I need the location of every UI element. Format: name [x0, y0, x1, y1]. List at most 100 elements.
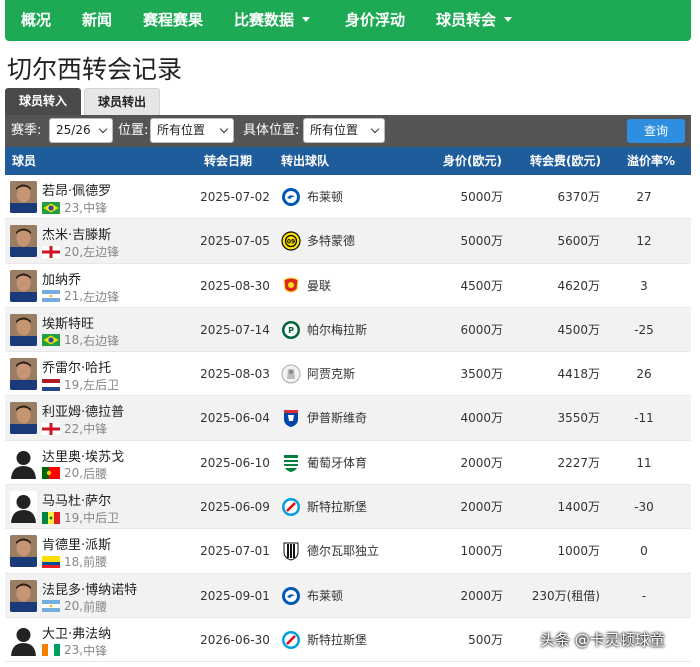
avatar[interactable] — [10, 225, 37, 258]
player-name[interactable]: 马马杜·萨尔 — [42, 490, 111, 509]
market-value: 1000万 — [460, 544, 503, 559]
premium-rate: 27 — [636, 190, 652, 204]
from-club[interactable]: 阿贾克斯 — [307, 352, 355, 396]
player-position: 左后卫 — [83, 378, 120, 393]
table-row[interactable]: 若昂·佩德罗 23, 中锋 2025-07-02 布莱顿 5000万 6370万 27 — [5, 175, 691, 220]
nav-item-fixtures[interactable]: 赛程赛果 — [143, 0, 203, 41]
transfer-date: 2025-07-05 — [200, 234, 270, 249]
avatar[interactable] — [10, 313, 37, 346]
nav-item-news[interactable]: 新闻 — [82, 0, 112, 41]
nav-item-transfers[interactable]: 球员转会 — [436, 0, 513, 41]
from-club[interactable]: 帕尔梅拉斯 — [307, 308, 367, 352]
avatar[interactable] — [10, 358, 37, 391]
table-row[interactable]: 加纳乔 21, 左边锋 2025-08-30 曼联 4500万 4620万 3 — [5, 263, 691, 308]
from-club[interactable]: 多特蒙德 — [307, 219, 355, 263]
table-row[interactable]: 马马杜·萨尔 19, 中后卫 2025-06-09 斯特拉斯堡 2000万 1400万 -3… — [5, 485, 691, 530]
player-age: 19 — [64, 510, 80, 525]
market-value: 500万 — [468, 632, 503, 647]
player-age: 19 — [64, 377, 80, 392]
table-row[interactable]: 法昆多·博纳诺特 20, 前腰 2025-09-01 布莱顿 2000万 230万(租借)… — [5, 573, 691, 618]
transfer-fee: 4418万 — [557, 367, 600, 382]
chevron-down-icon — [98, 124, 108, 134]
market-value: 2000万 — [460, 588, 503, 603]
netherlands-flag — [42, 378, 60, 391]
header-market-value[interactable]: 身价(欧元) — [443, 147, 502, 175]
avatar[interactable] — [10, 491, 37, 524]
england-flag — [42, 245, 60, 258]
table-row[interactable]: 杰米·吉滕斯 20, 左边锋 2025-07-05 09 多特蒙德 5000万 5600万 1… — [5, 219, 691, 264]
from-club[interactable]: 伊普斯维奇 — [307, 396, 367, 440]
nav-item-match-data[interactable]: 比赛数据 — [234, 0, 311, 41]
player-name[interactable]: 乔雷尔·哈托 — [42, 357, 111, 376]
player-name[interactable]: 加纳乔 — [42, 269, 81, 288]
premium-rate: 26 — [636, 367, 652, 382]
table-row[interactable]: 肯德里·派斯 18, 前腰 2025-07-01 德尔瓦耶独立 1000万 1000万 0 — [5, 529, 691, 574]
player-name[interactable]: 杰米·吉滕斯 — [42, 224, 111, 243]
transfer-date: 2025-08-03 — [200, 367, 270, 382]
avatar[interactable] — [10, 181, 37, 213]
avatar[interactable] — [10, 402, 37, 435]
player-name[interactable]: 肯德里·派斯 — [42, 534, 111, 553]
premium-rate: - — [641, 588, 647, 603]
season-select[interactable]: 25/26 — [49, 118, 113, 143]
player-meta: 20, 前腰 — [42, 598, 107, 615]
from-club[interactable]: 葡萄牙体育 — [307, 441, 367, 485]
header-player[interactable]: 球员 — [12, 147, 36, 175]
avatar[interactable] — [10, 623, 37, 656]
brazil-flag — [42, 201, 60, 214]
chevron-down-icon — [302, 17, 311, 22]
dortmund-crest-icon: 09 — [281, 231, 301, 251]
detail-position-label: 具体位置: — [243, 123, 300, 138]
query-button[interactable]: 查询 — [627, 119, 685, 143]
from-club[interactable]: 布莱顿 — [307, 175, 343, 219]
argentina-flag — [42, 290, 60, 303]
from-club[interactable]: 德尔瓦耶独立 — [307, 529, 379, 573]
tab-transfers-out[interactable]: 球员转出 — [84, 88, 160, 115]
header-from-club[interactable]: 转出球队 — [281, 147, 329, 175]
sporting-crest-icon — [281, 453, 301, 473]
player-meta: 20, 左边锋 — [42, 243, 119, 260]
player-name[interactable]: 埃斯特旺 — [42, 313, 94, 332]
player-age: 22 — [64, 421, 80, 436]
player-name[interactable]: 大卫·弗法纳 — [42, 623, 111, 642]
season-select-value: 25/26 — [56, 123, 91, 137]
nav-item-market-value[interactable]: 身价浮动 — [345, 0, 405, 41]
player-name[interactable]: 法昆多·博纳诺特 — [42, 579, 137, 598]
avatar[interactable] — [10, 579, 37, 612]
table-row[interactable]: 利亚姆·德拉普 22, 中锋 2025-06-04 伊普斯维奇 4000万 3550万 -1… — [5, 396, 691, 441]
nav-item-overview[interactable]: 概况 — [21, 0, 51, 41]
player-position: 中锋 — [83, 201, 108, 215]
from-club[interactable]: 布莱顿 — [307, 574, 343, 618]
header-date[interactable]: 转会日期 — [204, 147, 252, 175]
player-age: 23 — [64, 643, 80, 658]
player-name[interactable]: 达里奥·埃苏戈 — [42, 446, 124, 465]
tab-transfers-in[interactable]: 球员转入 — [5, 88, 81, 115]
watermark: 头条 @卡灵顿球童 — [540, 631, 665, 649]
market-value: 6000万 — [460, 322, 503, 337]
table-row[interactable]: 达里奥·埃苏戈 20, 后腰 2025-06-10 葡萄牙体育 2000万 2227万 11 — [5, 440, 691, 486]
premium-rate: -11 — [634, 411, 654, 426]
player-name[interactable]: 若昂·佩德罗 — [42, 180, 111, 199]
avatar[interactable] — [10, 446, 37, 479]
idv-crest-icon — [281, 541, 301, 561]
player-name[interactable]: 利亚姆·德拉普 — [42, 401, 124, 420]
table-row[interactable]: 埃斯特旺 18, 右边锋 2025-07-14 P 帕尔梅拉斯 6000万 4500万 -25 — [5, 307, 691, 353]
header-fee[interactable]: 转会费(欧元) — [530, 147, 601, 175]
palmeiras-crest-icon: P — [281, 320, 301, 340]
from-club[interactable]: 斯特拉斯堡 — [307, 618, 367, 662]
svg-text:P: P — [288, 326, 294, 335]
detail-position-select[interactable]: 所有位置 — [303, 118, 385, 143]
table-row[interactable]: 乔雷尔·哈托 19, 左后卫 2025-08-03 阿贾克斯 3500万 4418万 26 — [5, 352, 691, 397]
from-club[interactable]: 斯特拉斯堡 — [307, 485, 367, 529]
player-meta: 23, 中锋 — [42, 642, 107, 659]
transfer-table: 若昂·佩德罗 23, 中锋 2025-07-02 布莱顿 5000万 6370万 27 杰米·… — [5, 175, 691, 663]
player-age: 20 — [64, 466, 80, 481]
position-select[interactable]: 所有位置 — [150, 118, 234, 143]
from-club[interactable]: 曼联 — [307, 264, 331, 308]
market-value: 5000万 — [460, 234, 503, 249]
header-premium[interactable]: 溢价率% — [627, 147, 675, 175]
avatar[interactable] — [10, 535, 37, 568]
transfer-fee: 3550万 — [557, 411, 600, 426]
avatar[interactable] — [10, 269, 37, 302]
premium-rate: 0 — [640, 544, 648, 559]
